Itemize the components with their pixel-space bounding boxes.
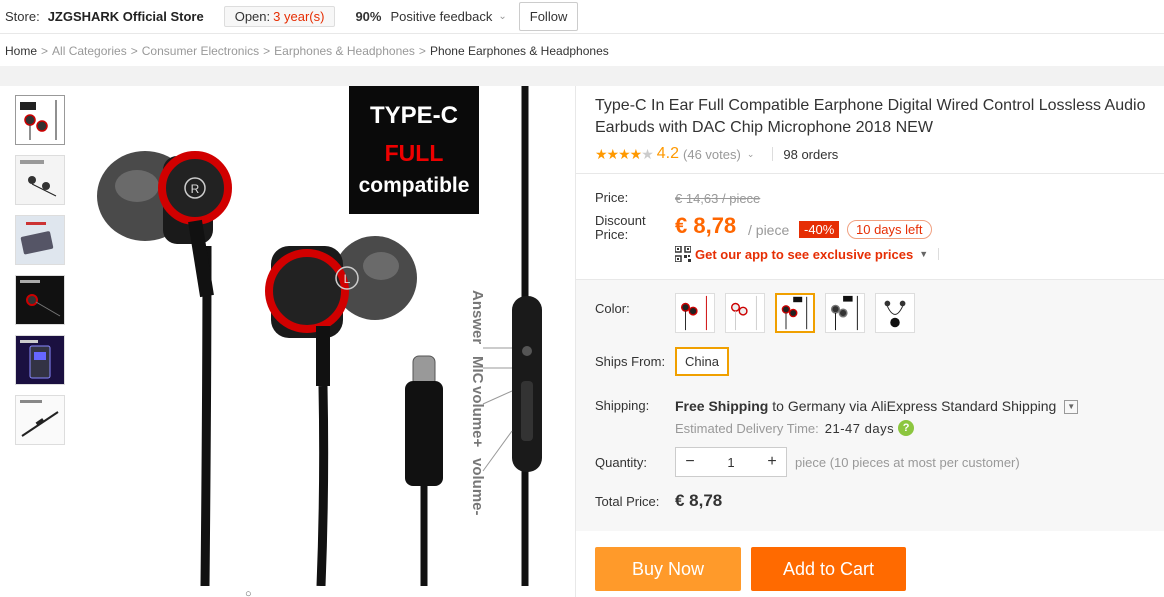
help-icon[interactable]: ? bbox=[898, 420, 915, 436]
label-full-text: FULL bbox=[385, 140, 444, 166]
discount-price-label: Discount Price: bbox=[595, 213, 646, 242]
caret-down-icon[interactable]: ▼ bbox=[919, 249, 928, 259]
remote-answer-label: Answer bbox=[469, 290, 486, 344]
breadcrumb-separator: > bbox=[418, 44, 426, 58]
quantity-stepper: − 1 + bbox=[675, 447, 787, 477]
breadcrumb-separator: > bbox=[41, 44, 49, 58]
follow-button[interactable]: Follow bbox=[518, 2, 579, 31]
stars-filled: ★★★★ bbox=[595, 145, 642, 162]
add-to-cart-button[interactable]: Add to Cart bbox=[751, 547, 906, 591]
breadcrumb-all-categories[interactable]: All Categories bbox=[52, 44, 127, 58]
color-swatches bbox=[675, 293, 925, 333]
rating-value: 4.2 bbox=[656, 145, 680, 162]
product-thumbnail[interactable] bbox=[15, 155, 65, 205]
color-swatch[interactable] bbox=[875, 293, 915, 333]
product-thumbnail[interactable] bbox=[15, 335, 65, 385]
store-label: Store: bbox=[5, 9, 40, 24]
star-rating-icon: ★★★★★ bbox=[595, 145, 654, 163]
stars-empty: ★ bbox=[641, 145, 654, 162]
chevron-down-icon[interactable]: ▼ bbox=[1064, 400, 1079, 415]
shipping-method[interactable]: Free Shipping to Germany via AliExpress … bbox=[675, 398, 1079, 415]
color-label: Color: bbox=[595, 301, 630, 316]
remote-mic-label: MIC bbox=[469, 356, 486, 384]
product-thumbnail[interactable] bbox=[15, 215, 65, 265]
store-name[interactable]: JZGSHARK Official Store bbox=[48, 9, 204, 24]
per-piece-label: / piece bbox=[748, 222, 790, 238]
buy-now-button[interactable]: Buy Now bbox=[595, 547, 741, 591]
product-main-image[interactable]: TYPE-C FULL compatible R L Answer MIC vo… bbox=[75, 86, 565, 586]
total-price: € 8,78 bbox=[675, 491, 723, 510]
chevron-down-icon[interactable]: ⌄ bbox=[747, 149, 755, 160]
remote-volume-down-label: volume- bbox=[469, 458, 486, 516]
breadcrumb: Home > All Categories > Consumer Electronics… bbox=[5, 44, 609, 58]
discount-percent-badge: -40% bbox=[799, 221, 840, 238]
total-price-label: Total Price: bbox=[595, 494, 660, 509]
product-thumbnail[interactable] bbox=[15, 95, 65, 145]
section-divider bbox=[0, 66, 1164, 86]
quantity-note: piece (10 pieces at most per customer) bbox=[795, 455, 1020, 470]
quantity-input[interactable]: 1 bbox=[704, 455, 758, 470]
image-caption: ○ bbox=[245, 588, 252, 597]
eta-days: 21-47 days bbox=[824, 420, 895, 436]
product-title: Type-C In Ear Full Compatible Earphone D… bbox=[595, 97, 1146, 136]
discount-price: € 8,78 bbox=[675, 213, 737, 238]
product-thumbnail[interactable] bbox=[15, 395, 65, 445]
store-bar: Store: JZGSHARK Official Store Open: 3 ye… bbox=[0, 0, 1164, 34]
remote-volume-up-label: volume+ bbox=[469, 386, 486, 448]
app-promo[interactable]: Get our app to see exclusive prices ▼ bbox=[675, 246, 940, 262]
free-shipping-text: Free Shipping bbox=[675, 398, 769, 414]
color-swatch[interactable] bbox=[825, 293, 865, 333]
ships-from-option[interactable]: China bbox=[675, 347, 729, 376]
shipping-method-name: AliExpress Standard Shipping bbox=[871, 398, 1057, 414]
delivery-estimate: Estimated Delivery Time: 21-47 days ? bbox=[675, 420, 915, 436]
label-compatible-text: compatible bbox=[359, 174, 470, 197]
original-price: € 14,63 / piece bbox=[675, 191, 761, 206]
label-type-c-text: TYPE-C bbox=[370, 102, 458, 129]
shipping-label: Shipping: bbox=[595, 398, 650, 413]
shipping-via-text: via bbox=[849, 398, 868, 414]
store-open-badge: Open: 3 year(s) bbox=[223, 6, 336, 27]
chevron-down-icon[interactable]: ⌄ bbox=[498, 11, 506, 22]
price-label: Price: bbox=[595, 190, 629, 205]
right-bud-letter: R bbox=[191, 182, 200, 196]
shipping-to-text: to bbox=[772, 398, 784, 414]
shipping-country[interactable]: Germany bbox=[788, 398, 846, 414]
app-promo-link[interactable]: Get our app to see exclusive prices bbox=[695, 247, 913, 262]
color-swatch[interactable] bbox=[675, 293, 715, 333]
breadcrumb-home[interactable]: Home bbox=[5, 44, 37, 58]
left-bud-letter: L bbox=[344, 272, 351, 286]
feedback-label[interactable]: Positive feedback bbox=[390, 9, 492, 24]
divider bbox=[938, 248, 940, 260]
feedback-percent: 90% bbox=[355, 9, 382, 24]
quantity-label: Quantity: bbox=[595, 455, 648, 470]
divider bbox=[576, 173, 1164, 174]
breadcrumb-separator: > bbox=[263, 44, 271, 58]
divider bbox=[772, 147, 774, 161]
product-thumbnail[interactable] bbox=[15, 275, 65, 325]
thumbnail-list bbox=[15, 95, 65, 455]
eta-label: Estimated Delivery Time: bbox=[675, 420, 819, 436]
breadcrumb-earphones-headphones[interactable]: Earphones & Headphones bbox=[274, 44, 415, 58]
open-years: 3 year(s) bbox=[273, 9, 325, 24]
ships-from-label: Ships From: bbox=[595, 354, 666, 369]
open-label: Open: bbox=[234, 9, 271, 24]
breadcrumb-consumer-electronics[interactable]: Consumer Electronics bbox=[142, 44, 259, 58]
orders-count: 98 orders bbox=[783, 146, 839, 162]
breadcrumb-separator: > bbox=[130, 44, 138, 58]
decrease-quantity-button[interactable]: − bbox=[676, 453, 704, 471]
increase-quantity-button[interactable]: + bbox=[758, 453, 786, 471]
color-swatch-selected[interactable] bbox=[775, 293, 815, 333]
rating-row: ★★★★★ 4.2 (46 votes) ⌄ 98 orders bbox=[595, 145, 838, 163]
qr-code-icon bbox=[675, 246, 691, 262]
days-left-badge: 10 days left bbox=[847, 220, 932, 239]
votes-count[interactable]: (46 votes) bbox=[683, 147, 741, 162]
breadcrumb-current: Phone Earphones & Headphones bbox=[429, 44, 609, 58]
color-swatch[interactable] bbox=[725, 293, 765, 333]
